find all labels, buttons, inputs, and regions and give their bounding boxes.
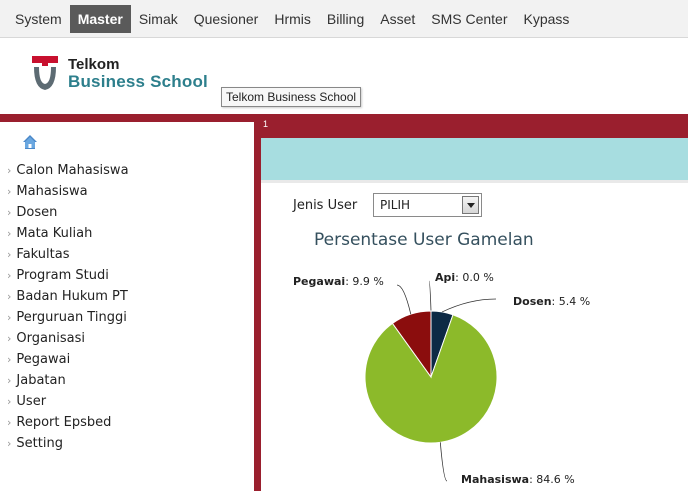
pie-label-api: Api: 0.0 % (435, 271, 494, 284)
top-nav-list: System Master Simak Quesioner Hrmis Billing As… (0, 0, 688, 38)
pie-label-value: : 9.9 % (345, 275, 384, 288)
chevron-right-icon: › (7, 206, 12, 219)
sidebar-item-mahasiswa[interactable]: › Mahasiswa (7, 181, 129, 202)
sidebar-item-label: Organisasi (16, 331, 85, 346)
sidebar-item-dosen[interactable]: › Dosen (7, 202, 129, 223)
chevron-right-icon: › (7, 332, 12, 345)
header-marker: 1 (263, 119, 269, 129)
pie-leader-line-pegawai (396, 284, 412, 315)
chevron-right-icon: › (7, 269, 12, 282)
sidebar-item-organisasi[interactable]: › Organisasi (7, 328, 129, 349)
nav-item-system[interactable]: System (7, 5, 70, 33)
sidebar-item-label: User (16, 394, 47, 409)
pie-leader-line-mahasiswa (439, 442, 448, 482)
nav-item-hrmis[interactable]: Hrmis (266, 5, 319, 33)
sidebar-item-fakultas[interactable]: › Fakultas (7, 244, 129, 265)
nav-item-quesioner[interactable]: Quesioner (186, 5, 267, 33)
sidebar-item-pegawai[interactable]: › Pegawai (7, 349, 129, 370)
pie-label-name: Api (435, 271, 455, 284)
chevron-right-icon: › (7, 185, 12, 198)
pie-label-value: : 0.0 % (455, 271, 494, 284)
sidebar-item-label: Mahasiswa (16, 184, 88, 199)
sidebar-item-label: Report Epsbed (16, 415, 112, 430)
pie-label-pegawai: Pegawai: 9.9 % (293, 275, 384, 288)
logo-text-business-school: Business School (68, 72, 208, 91)
pie-leader-line-dosen (441, 298, 497, 313)
pie-label-name: Dosen (513, 295, 552, 308)
sidebar-item-setting[interactable]: › Setting (7, 433, 129, 454)
sidebar-item-user[interactable]: › User (7, 391, 129, 412)
nav-item-kypass[interactable]: Kypass (516, 5, 578, 33)
sidebar-item-perguruan-tinggi[interactable]: › Perguruan Tinggi (7, 307, 129, 328)
chevron-right-icon: › (7, 437, 12, 450)
logo-tooltip: Telkom Business School (221, 87, 362, 107)
telkom-logo[interactable]: Telkom Business School (30, 52, 230, 97)
pie-label-value: : 84.6 % (529, 473, 575, 486)
jenis-user-selected-value: PILIH (380, 198, 411, 212)
sidebar-menu: › Calon Mahasiswa › Mahasiswa › Dosen › Mata Ku… (7, 160, 129, 454)
sidebar-item-report-epsbed[interactable]: › Report Epsbed (7, 412, 129, 433)
sidebar-item-label: Mata Kuliah (16, 226, 93, 241)
nav-item-billing[interactable]: Billing (319, 5, 372, 33)
sidebar-item-label: Jabatan (16, 373, 66, 388)
content-banner (261, 138, 688, 180)
pie-chart: Api: 0.0 % Dosen: 5.4 % Mahasiswa: 84.6 % P… (293, 271, 590, 486)
chevron-right-icon: › (7, 248, 12, 261)
sidebar-item-label: Badan Hukum PT (16, 289, 128, 304)
pie-leader-line-api (428, 280, 432, 312)
chevron-right-icon: › (7, 290, 12, 303)
logo-text-telkom: Telkom (68, 56, 120, 73)
sidebar-item-label: Calon Mahasiswa (16, 163, 129, 178)
sidebar-item-label: Setting (16, 436, 63, 451)
chevron-right-icon: › (7, 353, 12, 366)
content-header-bar: 1 (261, 114, 688, 138)
sidebar: › Calon Mahasiswa › Mahasiswa › Dosen › Mata Ku… (0, 122, 254, 491)
chevron-right-icon: › (7, 311, 12, 324)
sidebar-item-jabatan[interactable]: › Jabatan (7, 370, 129, 391)
pie-label-mahasiswa: Mahasiswa: 84.6 % (461, 473, 575, 486)
chevron-right-icon: › (7, 164, 12, 177)
home-icon[interactable] (22, 134, 38, 155)
jenis-user-select[interactable]: PILIH (373, 193, 482, 217)
pie-label-name: Pegawai (293, 275, 345, 288)
pie-label-value: : 5.4 % (552, 295, 591, 308)
nav-item-sms-center[interactable]: SMS Center (423, 5, 515, 33)
telkom-logo-icon (32, 56, 58, 90)
nav-item-simak[interactable]: Simak (131, 5, 186, 33)
chevron-right-icon: › (7, 227, 12, 240)
sidebar-item-badan-hukum-pt[interactable]: › Badan Hukum PT (7, 286, 129, 307)
chevron-right-icon: › (7, 416, 12, 429)
pie-label-dosen: Dosen: 5.4 % (513, 295, 590, 308)
nav-item-asset[interactable]: Asset (372, 5, 423, 33)
nav-item-master[interactable]: Master (69, 5, 131, 33)
sidebar-item-mata-kuliah[interactable]: › Mata Kuliah (7, 223, 129, 244)
sidebar-item-label: Program Studi (16, 268, 109, 283)
sidebar-item-label: Pegawai (16, 352, 71, 367)
dropdown-arrow-icon[interactable] (462, 196, 479, 214)
chevron-right-icon: › (7, 395, 12, 408)
sidebar-item-label: Dosen (16, 205, 58, 220)
chevron-right-icon: › (7, 374, 12, 387)
pie-label-name: Mahasiswa (461, 473, 529, 486)
jenis-user-label: Jenis User (293, 198, 358, 213)
chart-title: Persentase User Gamelan (314, 230, 534, 250)
sidebar-item-calon-mahasiswa[interactable]: › Calon Mahasiswa (7, 160, 129, 181)
sidebar-item-label: Perguruan Tinggi (16, 310, 127, 325)
sidebar-item-label: Fakultas (16, 247, 70, 262)
top-nav-bar: System Master Simak Quesioner Hrmis Billing As… (0, 0, 688, 38)
banner-shadow (261, 180, 688, 183)
sidebar-item-program-studi[interactable]: › Program Studi (7, 265, 129, 286)
